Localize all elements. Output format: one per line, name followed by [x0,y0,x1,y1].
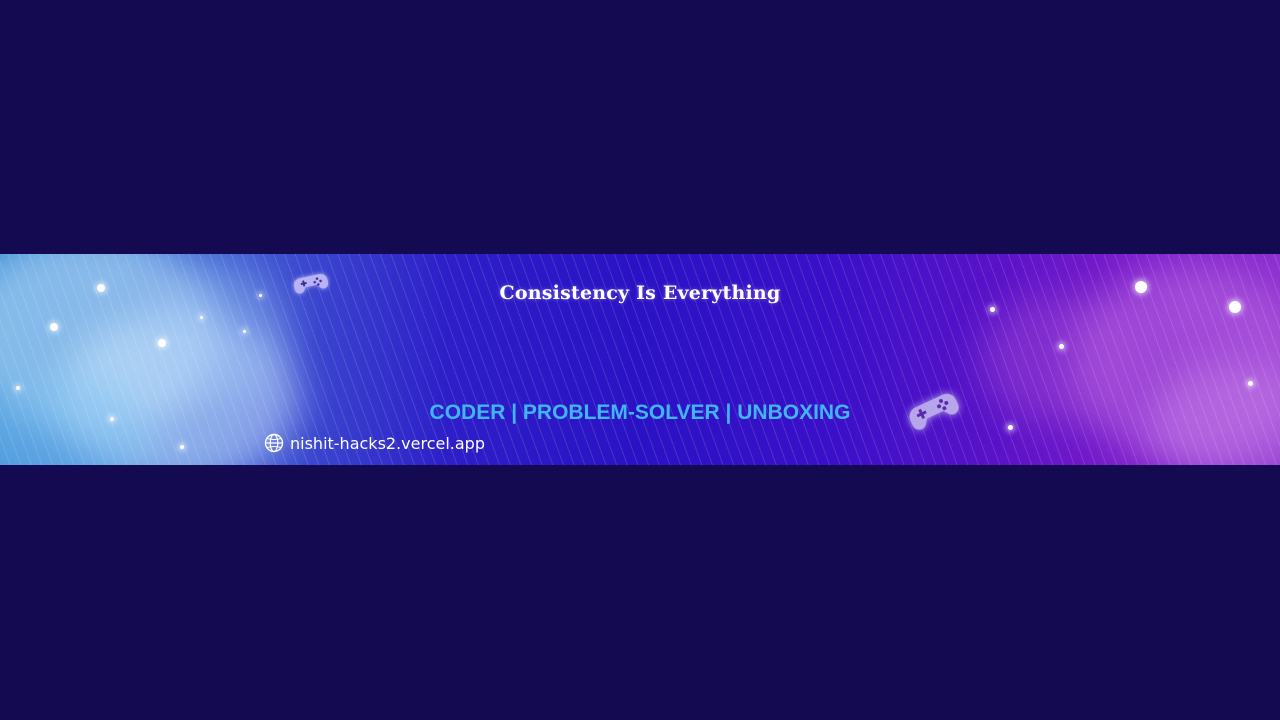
website-url: nishit-hacks2.vercel.app [290,433,485,453]
channel-banner: Consistency Is Everything CODER | PROBLE… [0,254,1280,465]
banner-title: Consistency Is Everything [499,282,781,304]
star-decoration [158,339,166,347]
globe-icon [264,433,284,453]
star-decoration [16,386,20,390]
star-decoration [50,323,58,331]
star-decoration [243,330,246,333]
star-decoration [990,307,995,312]
star-decoration [180,445,184,449]
website-link[interactable]: nishit-hacks2.vercel.app [264,433,485,453]
banner-tagline: CODER | PROBLEM-SOLVER | UNBOXING [0,401,1280,425]
star-decoration [1059,344,1064,349]
star-decoration [1248,381,1253,386]
star-decoration [1008,425,1013,430]
page: Consistency Is Everything CODER | PROBLE… [0,0,1280,720]
star-decoration [200,316,203,319]
tagline-text: CODER | PROBLEM-SOLVER | UNBOXING [429,401,851,424]
